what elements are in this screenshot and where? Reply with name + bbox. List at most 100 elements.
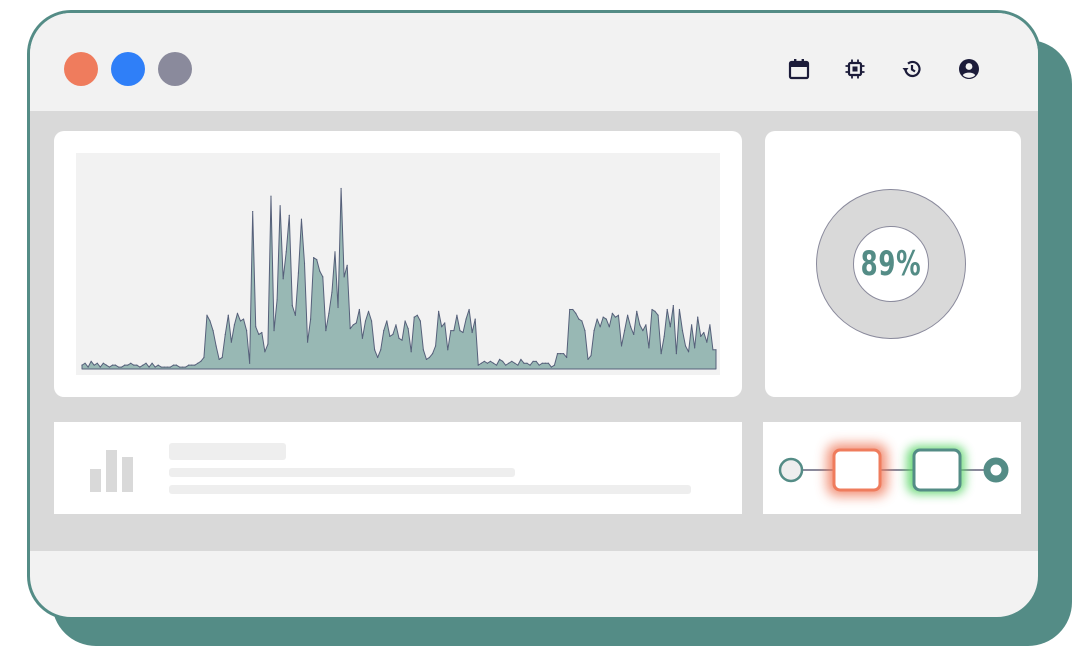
data-point [633, 333, 635, 336]
data-point [178, 366, 181, 368]
minimize-window-button[interactable] [111, 52, 145, 86]
data-point [498, 358, 501, 360]
data-point [645, 324, 647, 326]
flow-start-node[interactable] [778, 457, 804, 483]
data-point [291, 305, 293, 307]
data-point [197, 362, 199, 364]
data-point [136, 364, 138, 366]
data-point [108, 366, 111, 368]
data-point [520, 358, 522, 360]
data-point [175, 364, 178, 366]
data-point [121, 366, 123, 368]
data-point [389, 335, 391, 337]
data-point [483, 360, 485, 362]
data-point [130, 362, 132, 364]
data-point [334, 251, 336, 253]
data-point [239, 320, 242, 322]
data-point [438, 310, 440, 312]
data-point [169, 366, 171, 368]
data-point [392, 333, 394, 336]
data-point [547, 362, 549, 364]
history-icon[interactable] [900, 57, 924, 81]
data-point [142, 364, 144, 366]
flow-step-node-active[interactable] [832, 448, 882, 492]
data-point [188, 364, 190, 366]
data-point [343, 276, 345, 278]
data-point [313, 257, 315, 259]
data-point [87, 366, 89, 368]
data-point [605, 318, 607, 320]
data-point [93, 364, 95, 366]
gauge-percentage: 89% [860, 244, 922, 284]
data-point [154, 366, 156, 368]
data-point [157, 364, 159, 366]
data-point [654, 310, 656, 312]
data-point [285, 251, 287, 253]
bar-chart-icon [90, 450, 133, 492]
data-point [584, 330, 586, 332]
title-bar [30, 13, 1038, 111]
data-point [117, 366, 120, 368]
data-point [703, 331, 705, 334]
data-point [538, 364, 540, 366]
cpu-icon[interactable] [843, 57, 867, 81]
user-account-icon[interactable] [957, 57, 981, 81]
data-point [663, 335, 665, 337]
data-point [550, 366, 552, 368]
data-point [675, 353, 677, 355]
data-point [416, 314, 418, 316]
data-point [623, 330, 626, 332]
data-point [694, 347, 696, 349]
data-point [370, 320, 373, 322]
data-point [669, 326, 671, 328]
data-point [697, 316, 699, 318]
data-point [102, 362, 104, 364]
data-point [160, 366, 162, 368]
flow-end-node[interactable] [983, 457, 1009, 483]
data-point [218, 358, 220, 360]
placeholder-line [169, 485, 691, 494]
data-point [630, 326, 632, 328]
flow-step-node-complete[interactable] [912, 448, 962, 492]
data-point [297, 272, 300, 274]
data-point [200, 360, 202, 362]
data-point [505, 364, 507, 366]
data-point [681, 330, 684, 332]
data-point [428, 356, 431, 359]
data-point [90, 360, 92, 362]
calendar-icon[interactable] [787, 57, 811, 81]
data-point [508, 362, 510, 364]
data-point [255, 326, 257, 328]
data-point [172, 364, 175, 366]
data-point [651, 308, 653, 311]
data-point [709, 324, 711, 326]
data-point [84, 362, 86, 364]
dashboard-content: 89% [30, 111, 1038, 551]
data-point [642, 330, 644, 332]
data-point [541, 362, 543, 364]
data-point [468, 308, 470, 311]
data-point [294, 314, 296, 316]
data-point [712, 349, 714, 351]
data-point [614, 316, 617, 318]
data-point [617, 314, 620, 316]
data-point [706, 341, 708, 343]
data-point [151, 362, 153, 364]
data-point [602, 316, 604, 318]
data-point [346, 264, 348, 266]
data-point [227, 314, 229, 316]
data-point [471, 331, 473, 334]
data-point [163, 366, 165, 368]
data-point [672, 305, 674, 307]
maximize-window-button[interactable] [158, 52, 192, 86]
data-point [145, 362, 147, 364]
data-point [553, 364, 556, 366]
data-point [383, 330, 385, 332]
area-series [81, 188, 717, 370]
data-point [535, 360, 537, 362]
close-window-button[interactable] [64, 52, 98, 86]
data-point [300, 218, 303, 220]
data-point [395, 324, 397, 326]
data-point [492, 362, 495, 364]
summary-card [54, 422, 742, 514]
